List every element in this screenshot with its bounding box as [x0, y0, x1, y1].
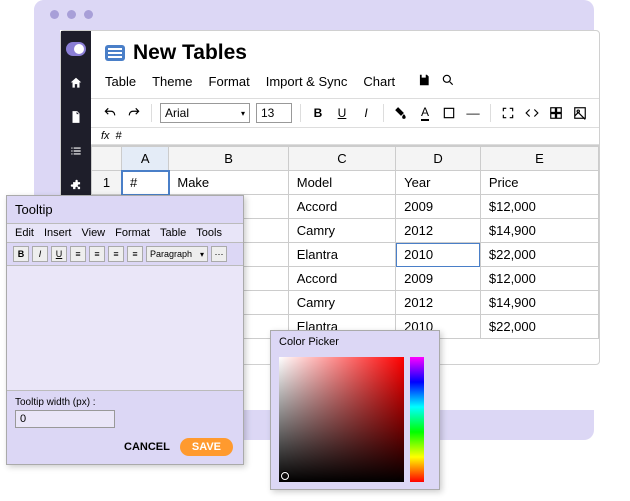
- col-header[interactable]: B: [169, 147, 288, 171]
- bold-icon[interactable]: B: [309, 104, 327, 122]
- col-header[interactable]: A: [122, 147, 169, 171]
- tooltip-editor-panel: Tooltip Edit Insert View Format Table To…: [6, 195, 244, 465]
- tooltip-width-input[interactable]: [15, 410, 115, 428]
- tp-align-right-icon[interactable]: ≡: [108, 246, 124, 262]
- cell[interactable]: 2012: [396, 219, 481, 243]
- cell[interactable]: Make: [169, 171, 288, 195]
- col-header[interactable]: E: [480, 147, 598, 171]
- color-hue-slider[interactable]: [410, 357, 424, 482]
- cell[interactable]: 2010: [396, 243, 481, 267]
- menu-chart[interactable]: Chart: [363, 74, 395, 89]
- tp-underline-icon[interactable]: U: [51, 246, 67, 262]
- menu-theme[interactable]: Theme: [152, 74, 192, 89]
- search-icon[interactable]: [441, 73, 455, 90]
- cell[interactable]: Elantra: [288, 243, 395, 267]
- fx-label: fx: [101, 130, 110, 142]
- col-header[interactable]: D: [396, 147, 481, 171]
- line-style-icon[interactable]: ––: [464, 104, 482, 122]
- tp-menu-insert[interactable]: Insert: [44, 227, 72, 239]
- underline-icon[interactable]: U: [333, 104, 351, 122]
- redo-icon[interactable]: [125, 104, 143, 122]
- cell[interactable]: $12,000: [480, 195, 598, 219]
- file-icon[interactable]: [66, 107, 86, 127]
- cell[interactable]: 2012: [396, 291, 481, 315]
- font-size-select[interactable]: 13: [256, 103, 292, 123]
- chevron-down-icon: ▾: [241, 109, 245, 118]
- menu-bar: Table Theme Format Import & Sync Chart: [91, 69, 599, 98]
- tp-menu-edit[interactable]: Edit: [15, 227, 34, 239]
- table-type-icon: [105, 45, 125, 61]
- tp-align-left-icon[interactable]: ≡: [70, 246, 86, 262]
- formula-bar[interactable]: fx #: [91, 128, 599, 145]
- color-cursor-icon[interactable]: [281, 472, 289, 480]
- cell[interactable]: Camry: [288, 291, 395, 315]
- cell[interactable]: 2009: [396, 267, 481, 291]
- cell[interactable]: $14,900: [480, 219, 598, 243]
- italic-icon[interactable]: I: [357, 104, 375, 122]
- window-traffic-lights: [50, 10, 93, 19]
- cell[interactable]: 2009: [396, 195, 481, 219]
- puzzle-icon[interactable]: [66, 175, 86, 195]
- cell[interactable]: Accord: [288, 195, 395, 219]
- cell[interactable]: Model: [288, 171, 395, 195]
- tooltip-editor-area[interactable]: [7, 266, 243, 391]
- tooltip-toolbar: B I U ≡ ≡ ≡ ≡ Paragraph▾ ⋯: [7, 243, 243, 266]
- corner-cell[interactable]: [92, 147, 122, 171]
- tp-menu-table[interactable]: Table: [160, 227, 186, 239]
- tp-menu-view[interactable]: View: [81, 227, 105, 239]
- fullscreen-icon[interactable]: [499, 104, 517, 122]
- tp-more-icon[interactable]: ⋯: [211, 246, 227, 262]
- page-title: New Tables: [133, 41, 247, 65]
- menu-import[interactable]: Import & Sync: [266, 74, 348, 89]
- home-icon[interactable]: [66, 73, 86, 93]
- format-toolbar: Arial▾ 13 B U I A ––: [91, 98, 599, 128]
- list-icon[interactable]: [66, 141, 86, 161]
- cell[interactable]: Camry: [288, 219, 395, 243]
- code-icon[interactable]: [523, 104, 541, 122]
- tp-menu-tools[interactable]: Tools: [196, 227, 222, 239]
- cell[interactable]: Price: [480, 171, 598, 195]
- color-picker-panel: Color Picker: [270, 330, 440, 490]
- col-header[interactable]: C: [288, 147, 395, 171]
- tooltip-title: Tooltip: [7, 196, 243, 223]
- row-header[interactable]: 1: [92, 171, 122, 195]
- cancel-button[interactable]: CANCEL: [124, 441, 170, 453]
- tooltip-width-label: Tooltip width (px) :: [15, 397, 235, 408]
- tp-align-justify-icon[interactable]: ≡: [127, 246, 143, 262]
- save-button[interactable]: SAVE: [180, 438, 233, 456]
- font-select[interactable]: Arial▾: [160, 103, 250, 123]
- undo-icon[interactable]: [101, 104, 119, 122]
- tp-italic-icon[interactable]: I: [32, 246, 48, 262]
- cell[interactable]: Accord: [288, 267, 395, 291]
- image-icon[interactable]: [571, 104, 589, 122]
- text-color-icon[interactable]: A: [416, 104, 434, 122]
- menu-table[interactable]: Table: [105, 74, 136, 89]
- menu-format[interactable]: Format: [209, 74, 250, 89]
- fx-value: #: [116, 130, 122, 142]
- color-picker-title: Color Picker: [271, 331, 439, 353]
- tp-bold-icon[interactable]: B: [13, 246, 29, 262]
- save-icon[interactable]: [417, 73, 431, 90]
- tp-menu-format[interactable]: Format: [115, 227, 150, 239]
- fill-color-icon[interactable]: [392, 104, 410, 122]
- color-saturation-area[interactable]: [279, 357, 404, 482]
- tooltip-menu: Edit Insert View Format Table Tools: [7, 223, 243, 243]
- cell[interactable]: Year: [396, 171, 481, 195]
- cell[interactable]: $22,000: [480, 243, 598, 267]
- tp-align-center-icon[interactable]: ≡: [89, 246, 105, 262]
- toggle-icon[interactable]: [66, 39, 86, 59]
- border-icon[interactable]: [440, 104, 458, 122]
- cell[interactable]: $12,000: [480, 267, 598, 291]
- cell[interactable]: $14,900: [480, 291, 598, 315]
- tp-paragraph-select[interactable]: Paragraph▾: [146, 246, 208, 262]
- cell[interactable]: #: [122, 171, 169, 195]
- grid-icon[interactable]: [547, 104, 565, 122]
- cell[interactable]: $22,000: [480, 315, 598, 339]
